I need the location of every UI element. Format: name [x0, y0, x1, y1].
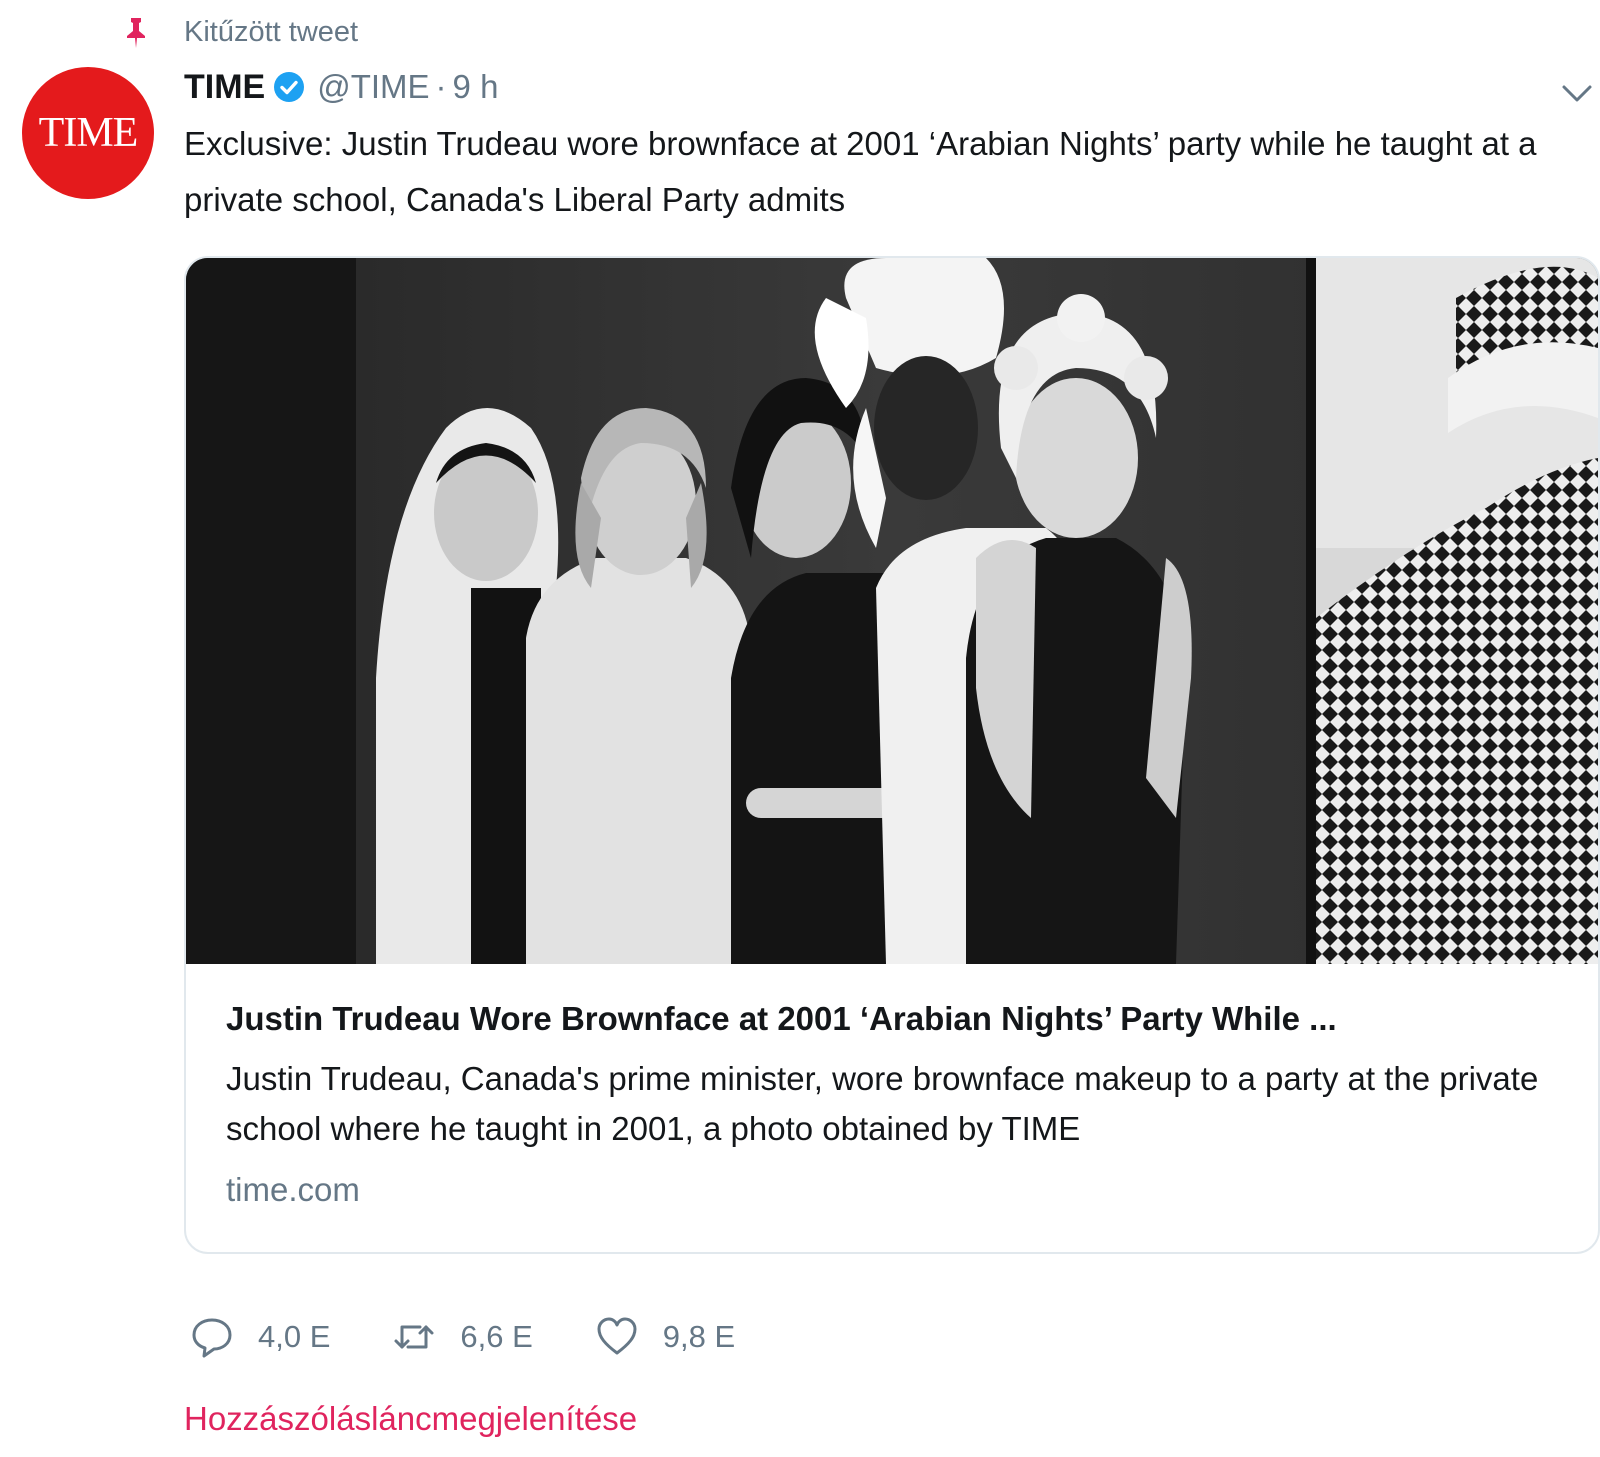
pin-icon	[127, 18, 145, 48]
tweet-header: TIME @TIME · 9 h	[184, 62, 498, 112]
retweet-icon	[394, 1325, 434, 1349]
show-thread-link[interactable]: Hozzászólásláncmegjelenítése	[184, 1400, 637, 1438]
link-card[interactable]: Justin Trudeau Wore Brownface at 2001 ‘A…	[184, 256, 1600, 1254]
display-name[interactable]: TIME	[184, 68, 265, 107]
separator-dot: ·	[435, 68, 447, 105]
timestamp[interactable]: 9 h	[453, 68, 499, 106]
pinned-label: Kitűzött tweet	[184, 15, 359, 48]
tweet[interactable]: Kitűzött tweet TIME TIME @TIME · 9 h Exc…	[0, 0, 1600, 1457]
card-title[interactable]: Justin Trudeau Wore Brownface at 2001 ‘A…	[226, 998, 1566, 1040]
retweet-count: 6,6 E	[460, 1319, 533, 1354]
avatar-logo: TIME	[38, 110, 139, 156]
card-body: Justin Trudeau Wore Brownface at 2001 ‘A…	[226, 998, 1566, 1212]
heart-icon	[597, 1317, 637, 1355]
pinned-indicator: Kitűzött tweet	[118, 12, 358, 52]
chevron-down-icon[interactable]	[1560, 78, 1594, 108]
tweet-text: Exclusive: Justin Trudeau wore brownface…	[184, 125, 1537, 218]
handle[interactable]: @TIME	[317, 68, 429, 106]
avatar[interactable]: TIME	[22, 67, 154, 199]
like-button[interactable]: 9,8 E	[595, 1315, 735, 1359]
like-count: 9,8 E	[662, 1319, 736, 1354]
verified-badge-icon	[274, 72, 305, 102]
reply-icon	[192, 1318, 232, 1358]
card-image	[186, 258, 1598, 964]
reply-count: 4,0 E	[258, 1319, 331, 1354]
card-description: Justin Trudeau, Canada's prime minister,…	[226, 1060, 1539, 1147]
retweet-button[interactable]: 6,6 E	[392, 1315, 533, 1359]
reply-button[interactable]: 4,0 E	[190, 1315, 330, 1359]
card-domain: time.com	[226, 1171, 360, 1208]
action-bar: 4,0 E 6,6 E 9,8 E	[190, 1312, 797, 1362]
